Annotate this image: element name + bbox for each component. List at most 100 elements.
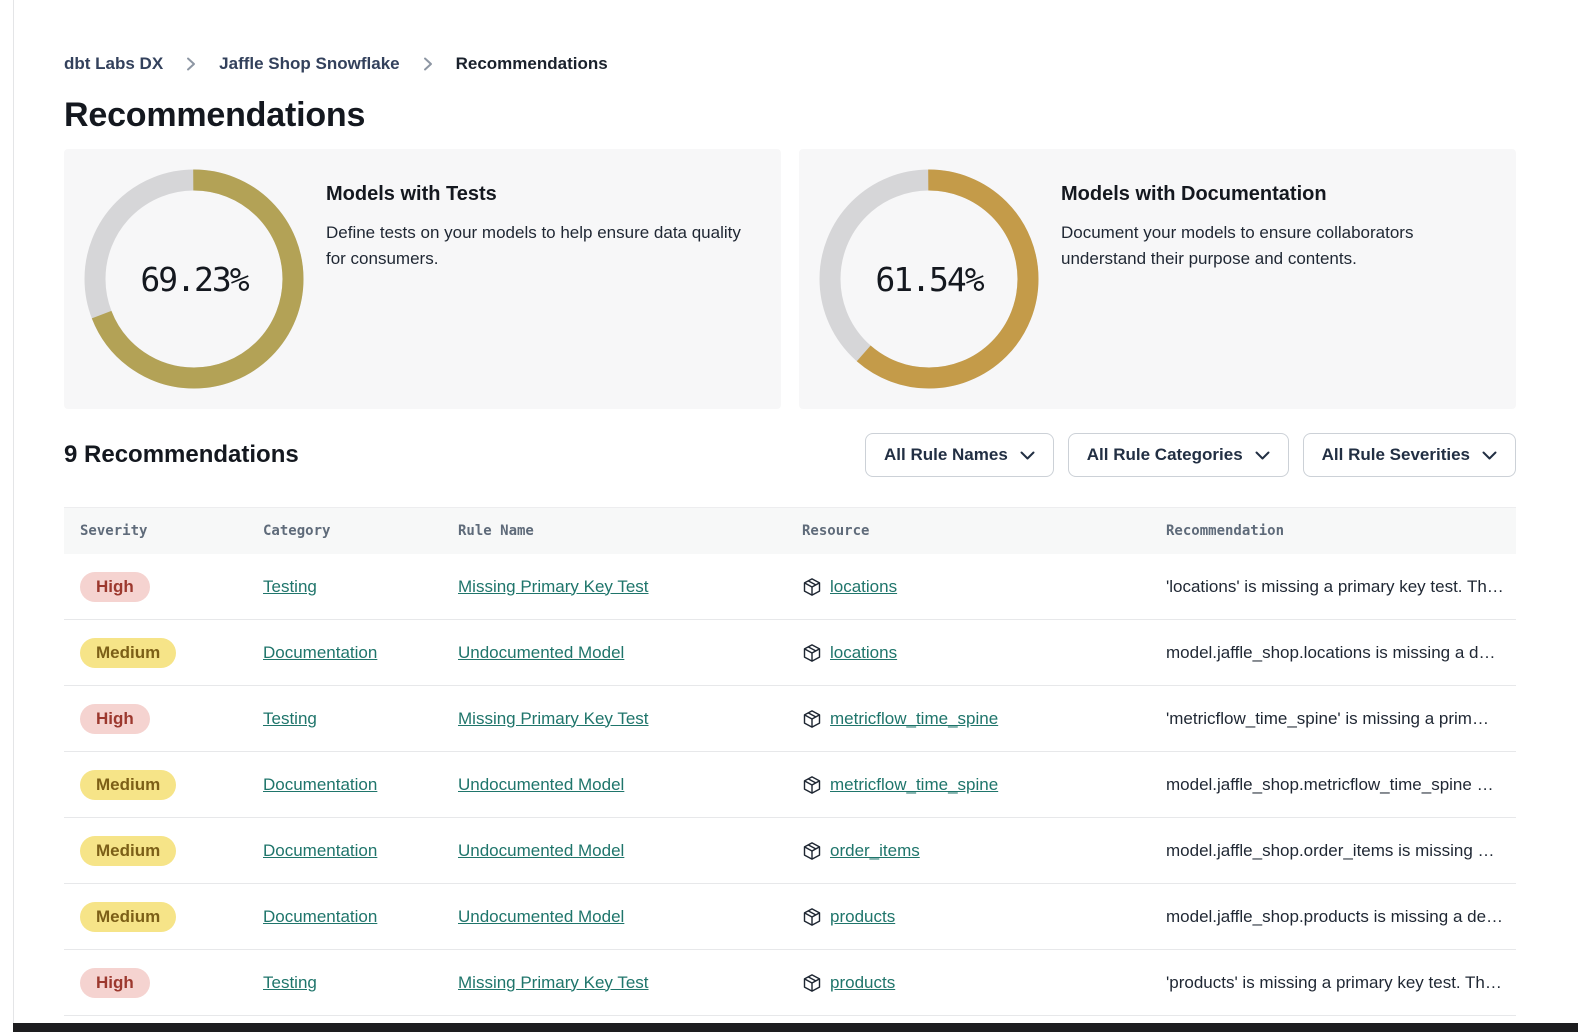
sidebar-edge-divider bbox=[13, 0, 14, 1032]
severity-badge: High bbox=[80, 968, 150, 998]
metric-card: 61.54% Models with Documentation Documen… bbox=[799, 149, 1516, 409]
category-cell: Documentation bbox=[247, 841, 442, 861]
severity-cell: Medium bbox=[64, 638, 247, 668]
recommendation-cell: model.jaffle_shop.products is missing a … bbox=[1150, 907, 1516, 927]
category-link[interactable]: Testing bbox=[263, 709, 317, 728]
recommendations-page: dbt Labs DX Jaffle Shop Snowflake Recomm… bbox=[64, 0, 1516, 1016]
summary-cards: 69.23% Models with Tests Define tests on… bbox=[64, 149, 1516, 409]
filter-dropdown-label: All Rule Categories bbox=[1087, 445, 1243, 465]
resource-link[interactable]: order_items bbox=[830, 841, 920, 861]
resource-link[interactable]: locations bbox=[830, 577, 897, 597]
breadcrumb-link[interactable]: Jaffle Shop Snowflake bbox=[219, 54, 399, 74]
category-cell: Testing bbox=[247, 973, 442, 993]
page-title: Recommendations bbox=[64, 96, 1516, 135]
resource-cell: products bbox=[786, 973, 1150, 993]
chevron-down-icon bbox=[1255, 451, 1270, 461]
recommendation-cell: 'locations' is missing a primary key tes… bbox=[1150, 577, 1516, 597]
category-link[interactable]: Documentation bbox=[263, 841, 377, 860]
metric-card-title: Models with Tests bbox=[326, 183, 761, 206]
resource-link[interactable]: products bbox=[830, 973, 895, 993]
recommendation-cell: model.jaffle_shop.locations is missing a… bbox=[1150, 643, 1516, 663]
model-cube-icon bbox=[802, 973, 822, 993]
table-row: High Testing Missing Primary Key Test pr… bbox=[64, 950, 1516, 1016]
model-cube-icon bbox=[802, 643, 822, 663]
severity-cell: Medium bbox=[64, 902, 247, 932]
category-cell: Documentation bbox=[247, 907, 442, 927]
category-link[interactable]: Testing bbox=[263, 973, 317, 992]
table-row: High Testing Missing Primary Key Test me… bbox=[64, 686, 1516, 752]
severity-cell: Medium bbox=[64, 770, 247, 800]
donut-chart: 69.23% bbox=[84, 169, 304, 389]
rule-name-link[interactable]: Undocumented Model bbox=[458, 907, 624, 926]
rule-name-link[interactable]: Undocumented Model bbox=[458, 775, 624, 794]
rule-name-link[interactable]: Missing Primary Key Test bbox=[458, 709, 649, 728]
table-header-row: SeverityCategoryRule NameResourceRecomme… bbox=[64, 508, 1516, 554]
filter-dropdown-label: All Rule Names bbox=[884, 445, 1008, 465]
metric-card: 69.23% Models with Tests Define tests on… bbox=[64, 149, 781, 409]
table-column-header: Rule Name bbox=[442, 523, 786, 539]
resource-link[interactable]: metricflow_time_spine bbox=[830, 775, 998, 795]
severity-cell: High bbox=[64, 968, 247, 998]
filter-bar: All Rule Names All Rule Categories All R… bbox=[865, 433, 1516, 477]
chevron-down-icon bbox=[1020, 451, 1035, 461]
donut-percent-label: 61.54% bbox=[819, 169, 1039, 389]
severity-cell: Medium bbox=[64, 836, 247, 866]
filter-dropdown[interactable]: All Rule Categories bbox=[1068, 433, 1289, 477]
recommendation-cell: 'products' is missing a primary key test… bbox=[1150, 973, 1516, 993]
chevron-right-icon bbox=[185, 56, 197, 72]
recommendation-cell: 'metricflow_time_spine' is missing a pri… bbox=[1150, 709, 1516, 729]
resource-cell: order_items bbox=[786, 841, 1150, 861]
rule-name-link[interactable]: Missing Primary Key Test bbox=[458, 577, 649, 596]
table-row: High Testing Missing Primary Key Test lo… bbox=[64, 554, 1516, 620]
model-cube-icon bbox=[802, 841, 822, 861]
severity-badge: Medium bbox=[80, 770, 176, 800]
rule-name-cell: Undocumented Model bbox=[442, 907, 786, 927]
rule-name-link[interactable]: Undocumented Model bbox=[458, 841, 624, 860]
table-row: Medium Documentation Undocumented Model … bbox=[64, 884, 1516, 950]
filter-dropdown[interactable]: All Rule Names bbox=[865, 433, 1054, 477]
rule-name-cell: Missing Primary Key Test bbox=[442, 709, 786, 729]
rule-name-link[interactable]: Missing Primary Key Test bbox=[458, 973, 649, 992]
list-header: 9 Recommendations All Rule Names All Rul… bbox=[64, 433, 1516, 477]
recommendation-cell: model.jaffle_shop.metricflow_time_spine … bbox=[1150, 775, 1516, 795]
category-link[interactable]: Documentation bbox=[263, 643, 377, 662]
severity-cell: High bbox=[64, 572, 247, 602]
model-cube-icon bbox=[802, 907, 822, 927]
category-cell: Testing bbox=[247, 709, 442, 729]
resource-cell: locations bbox=[786, 577, 1150, 597]
severity-badge: Medium bbox=[80, 638, 176, 668]
resource-link[interactable]: metricflow_time_spine bbox=[830, 709, 998, 729]
donut-percent-label: 69.23% bbox=[84, 169, 304, 389]
resource-link[interactable]: products bbox=[830, 907, 895, 927]
severity-badge: High bbox=[80, 572, 150, 602]
rule-name-cell: Undocumented Model bbox=[442, 775, 786, 795]
breadcrumb-current: Recommendations bbox=[456, 54, 608, 74]
resource-cell: metricflow_time_spine bbox=[786, 775, 1150, 795]
category-link[interactable]: Documentation bbox=[263, 775, 377, 794]
breadcrumb: dbt Labs DX Jaffle Shop Snowflake Recomm… bbox=[64, 54, 1516, 74]
filter-dropdown[interactable]: All Rule Severities bbox=[1303, 433, 1516, 477]
table-column-header: Severity bbox=[64, 523, 247, 539]
table-column-header: Recommendation bbox=[1150, 523, 1516, 539]
chevron-right-icon bbox=[422, 56, 434, 72]
model-cube-icon bbox=[802, 709, 822, 729]
model-cube-icon bbox=[802, 775, 822, 795]
resource-link[interactable]: locations bbox=[830, 643, 897, 663]
resource-cell: products bbox=[786, 907, 1150, 927]
category-link[interactable]: Documentation bbox=[263, 907, 377, 926]
category-link[interactable]: Testing bbox=[263, 577, 317, 596]
table-body: High Testing Missing Primary Key Test lo… bbox=[64, 554, 1516, 1016]
category-cell: Testing bbox=[247, 577, 442, 597]
rule-name-link[interactable]: Undocumented Model bbox=[458, 643, 624, 662]
chevron-down-icon bbox=[1482, 451, 1497, 461]
filter-dropdown-label: All Rule Severities bbox=[1322, 445, 1470, 465]
table-row: Medium Documentation Undocumented Model … bbox=[64, 752, 1516, 818]
table-row: Medium Documentation Undocumented Model … bbox=[64, 818, 1516, 884]
breadcrumb-link[interactable]: dbt Labs DX bbox=[64, 54, 163, 74]
window-bottom-edge bbox=[13, 1023, 1578, 1032]
severity-cell: High bbox=[64, 704, 247, 734]
rule-name-cell: Missing Primary Key Test bbox=[442, 577, 786, 597]
resource-cell: metricflow_time_spine bbox=[786, 709, 1150, 729]
category-cell: Documentation bbox=[247, 643, 442, 663]
resource-cell: locations bbox=[786, 643, 1150, 663]
